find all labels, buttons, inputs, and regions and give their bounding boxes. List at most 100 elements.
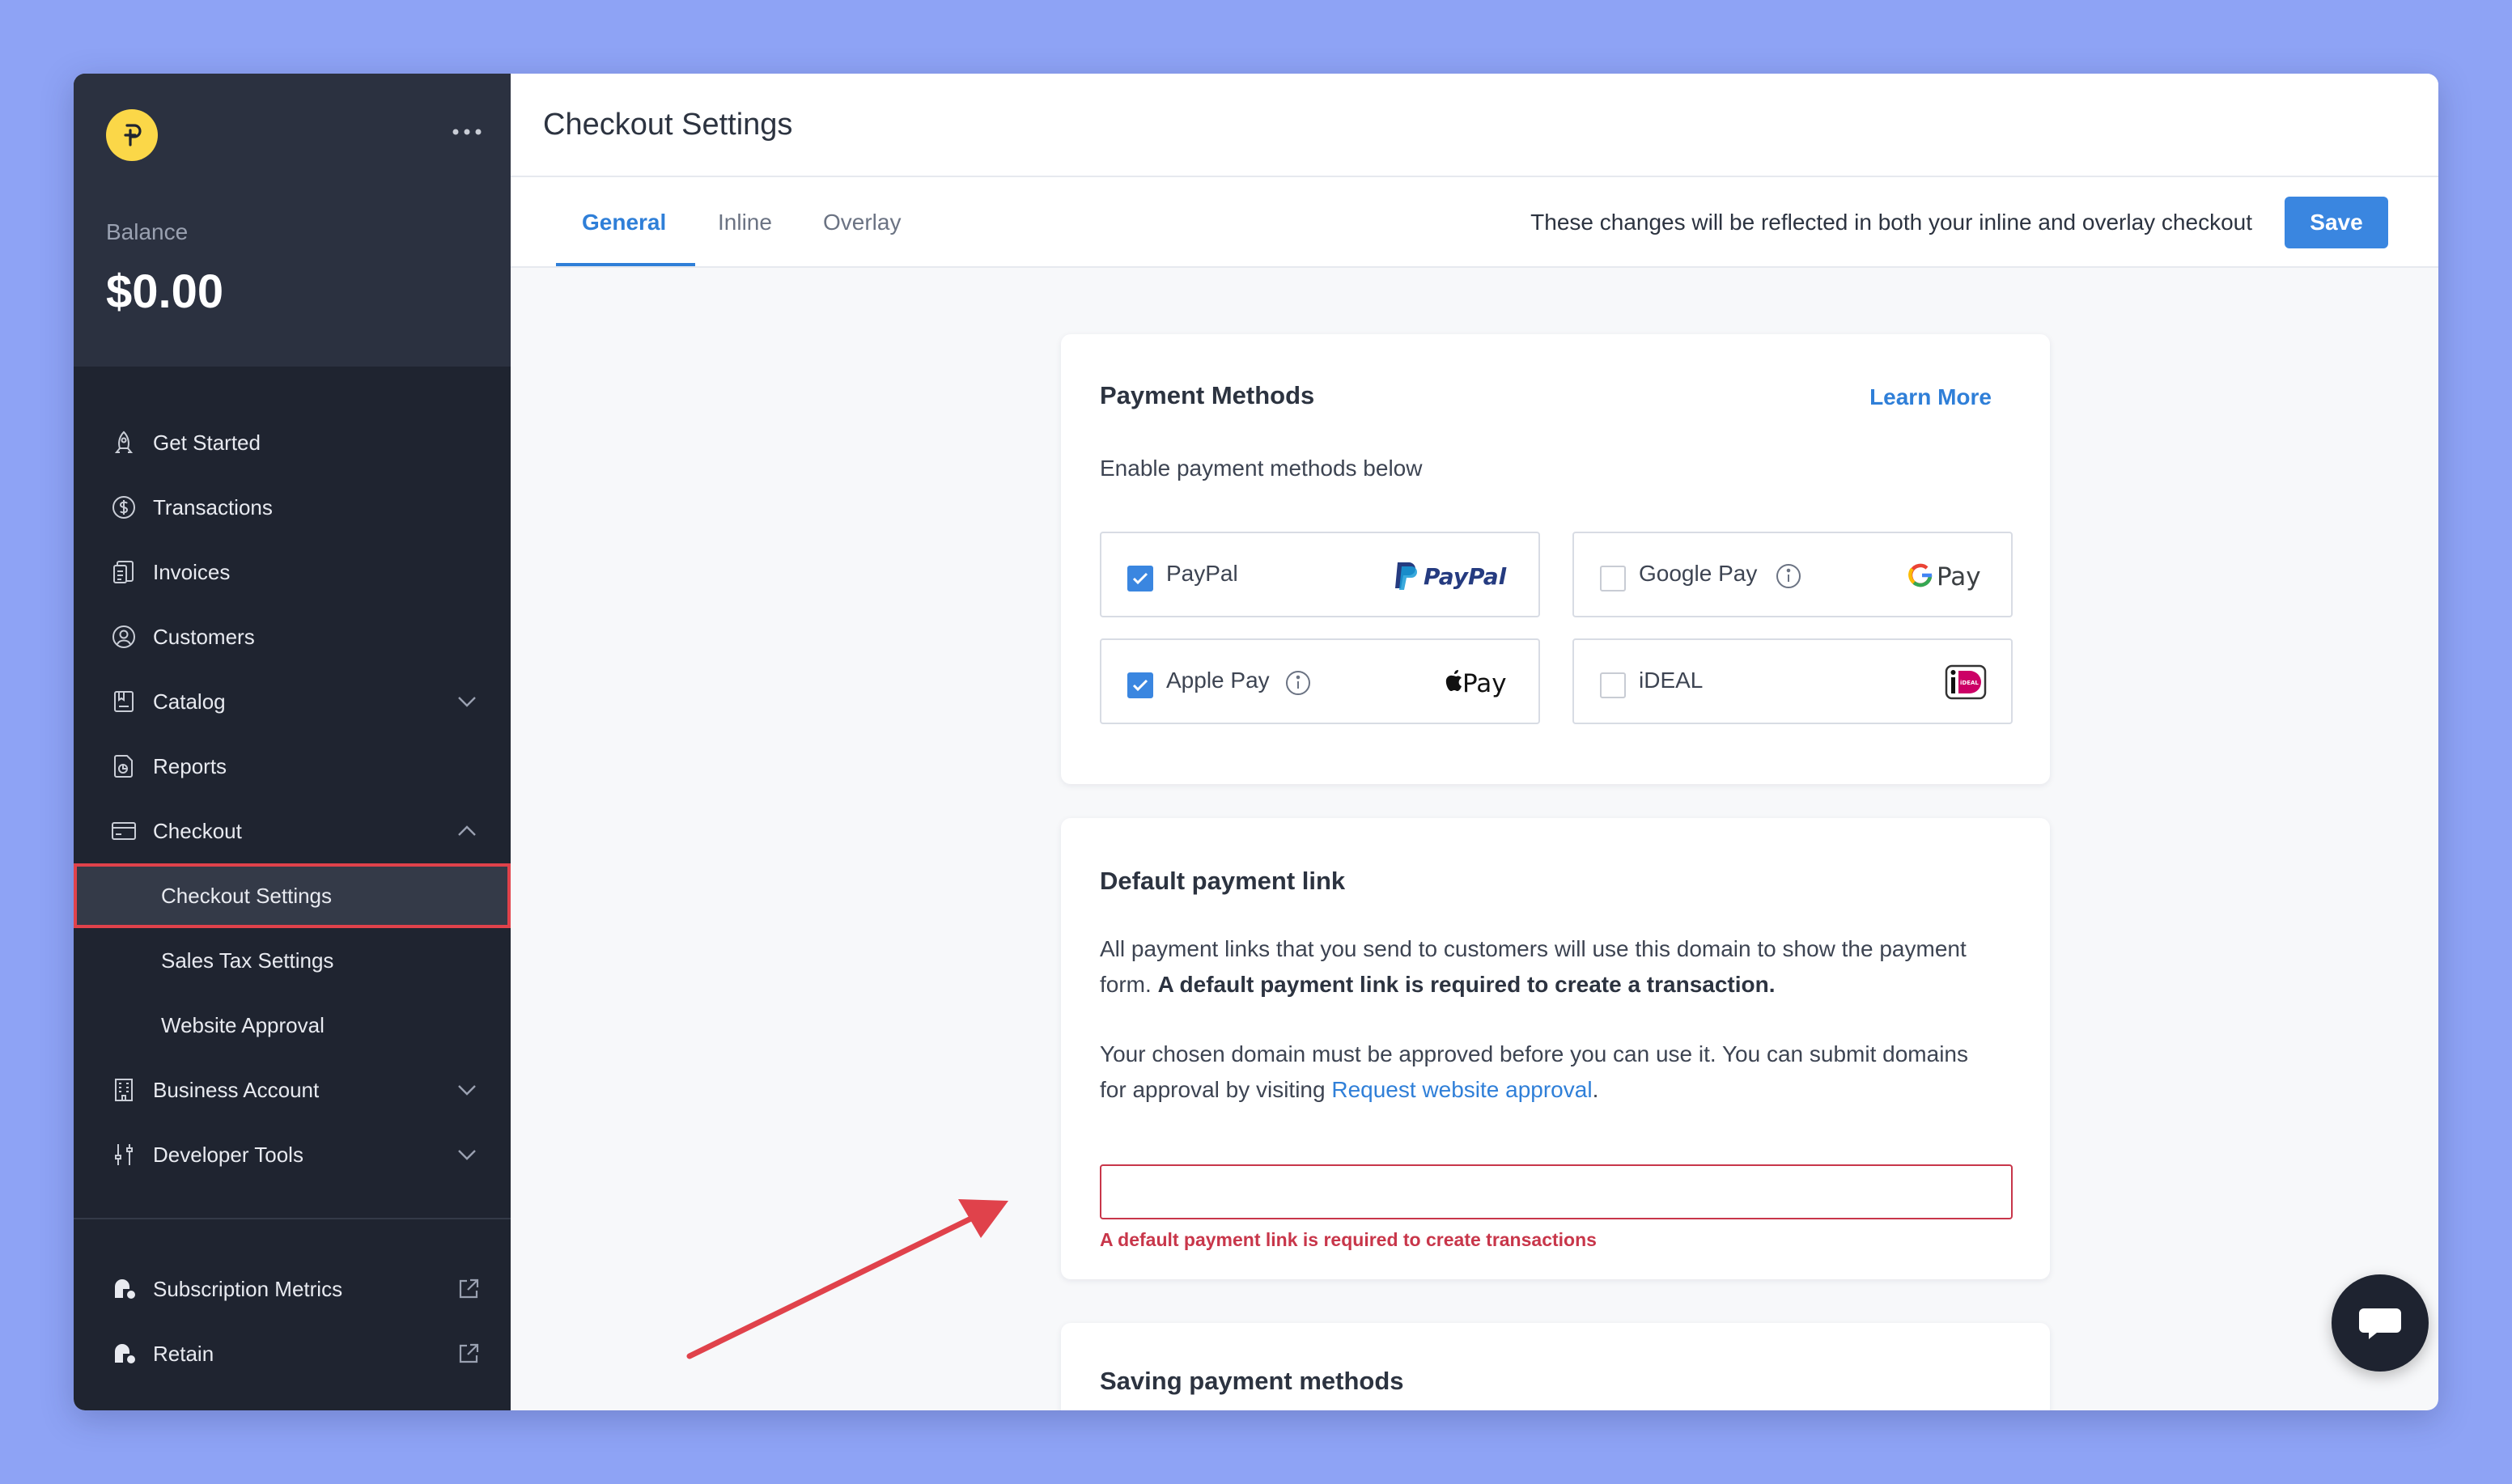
ideal-logo-icon: iDEAL	[1945, 661, 1987, 703]
chevron-up-icon[interactable]	[454, 818, 480, 844]
chevron-down-icon[interactable]	[454, 1077, 480, 1103]
more-options-icon[interactable]	[448, 116, 486, 148]
sidebar-item-checkout-settings[interactable]: Checkout Settings	[74, 863, 511, 928]
default-payment-link-title: Default payment link	[1100, 867, 1346, 895]
chevron-down-icon[interactable]	[454, 1142, 480, 1168]
google-pay-checkbox[interactable]	[1600, 566, 1626, 591]
sidebar-item-invoices[interactable]: Invoices	[74, 540, 511, 604]
tab-bar: General Inline Overlay These changes wil…	[511, 177, 2438, 268]
reports-icon	[109, 752, 138, 781]
tab-general[interactable]: General	[582, 177, 666, 268]
page-header: Checkout Settings	[511, 74, 2438, 177]
building-icon	[109, 1075, 138, 1105]
dollar-circle-icon	[109, 493, 138, 522]
domain-approval-period: .	[1592, 1077, 1599, 1102]
external-link-icon[interactable]	[456, 1276, 482, 1302]
sidebar-item-label: Reports	[153, 753, 227, 778]
changes-note: These changes will be reflected in both …	[1530, 210, 2252, 235]
saving-payment-methods-card: Saving payment methods	[1061, 1323, 2050, 1410]
default-payment-link-card: Default payment link All payment links t…	[1061, 818, 2050, 1279]
sidebar-item-label: Developer Tools	[153, 1142, 303, 1167]
sidebar-external-links: Subscription Metrics Retain	[74, 1257, 511, 1386]
app-window: Balance $0.00 Get Started Transactions I…	[74, 74, 2438, 1410]
profitwell-icon	[109, 1339, 138, 1368]
payment-methods-card: Payment Methods Learn More Enable paymen…	[1061, 334, 2050, 784]
paddle-logo-icon[interactable]	[106, 109, 158, 161]
default-link-description: All payment links that you send to custo…	[1100, 931, 1974, 1003]
payment-method-google-pay[interactable]: Google Pay Pay	[1572, 532, 2013, 617]
sidebar-item-label: Invoices	[153, 559, 231, 584]
payment-method-ideal[interactable]: iDEAL iDEAL	[1572, 638, 2013, 724]
sidebar-item-label: Get Started	[153, 430, 261, 455]
payment-methods-subtitle: Enable payment methods below	[1100, 456, 1423, 481]
sidebar-item-label: Subscription Metrics	[153, 1276, 343, 1301]
request-website-approval-link[interactable]: Request website approval	[1331, 1077, 1592, 1102]
default-link-required-text: A default payment link is required to cr…	[1157, 972, 1776, 997]
apple-pay-label: Apple Pay	[1166, 668, 1270, 693]
sidebar-item-catalog[interactable]: Catalog	[74, 669, 511, 734]
ideal-label: iDEAL	[1639, 668, 1704, 693]
sidebar-nav: Get Started Transactions Invoices Custom…	[74, 410, 511, 1187]
sidebar-item-developer-tools[interactable]: Developer Tools	[74, 1122, 511, 1187]
active-tab-indicator	[556, 263, 695, 266]
sidebar-item-retain[interactable]: Retain	[74, 1321, 511, 1386]
sidebar-item-checkout[interactable]: Checkout	[74, 799, 511, 863]
card-icon	[109, 816, 138, 846]
sliders-icon	[109, 1140, 138, 1169]
info-icon[interactable]	[1775, 562, 1802, 590]
chat-button[interactable]	[2332, 1274, 2429, 1372]
sidebar-item-label: Transactions	[153, 494, 273, 519]
domain-approval-description: Your chosen domain must be approved befo…	[1100, 1037, 1974, 1108]
sidebar-item-business-account[interactable]: Business Account	[74, 1058, 511, 1122]
sidebar-item-customers[interactable]: Customers	[74, 604, 511, 669]
sidebar-item-sales-tax-settings[interactable]: Sales Tax Settings	[74, 928, 511, 993]
info-icon[interactable]	[1284, 669, 1312, 697]
paypal-checkbox[interactable]	[1127, 566, 1153, 591]
external-link-icon[interactable]	[456, 1341, 482, 1367]
default-payment-link-input[interactable]	[1100, 1164, 2013, 1219]
tab-overlay[interactable]: Overlay	[823, 177, 901, 268]
chevron-down-icon[interactable]	[454, 689, 480, 714]
paypal-logo-icon: PayPal	[1393, 554, 1514, 596]
sidebar-item-reports[interactable]: Reports	[74, 734, 511, 799]
paypal-label: PayPal	[1166, 561, 1238, 586]
catalog-icon	[109, 687, 138, 716]
learn-more-link[interactable]: Learn More	[1869, 384, 1992, 410]
balance-value: $0.00	[106, 265, 224, 318]
rocket-icon	[109, 428, 138, 457]
payment-method-apple-pay[interactable]: Apple Pay Pay	[1100, 638, 1540, 724]
chat-bubble-icon	[2359, 1308, 2401, 1339]
ideal-checkbox[interactable]	[1600, 672, 1626, 698]
apple-pay-checkbox[interactable]	[1127, 672, 1153, 698]
sidebar-header: Balance $0.00	[74, 74, 511, 367]
google-pay-logo-icon: Pay	[1907, 554, 1987, 596]
saving-payment-methods-title: Saving payment methods	[1100, 1367, 1404, 1395]
save-button[interactable]: Save	[2285, 197, 2388, 248]
default-link-error-message: A default payment link is required to cr…	[1100, 1229, 1597, 1250]
google-pay-logo-text: Pay	[1937, 562, 1981, 591]
sidebar: Balance $0.00 Get Started Transactions I…	[74, 74, 511, 1410]
sidebar-item-label: Retain	[153, 1341, 214, 1366]
apple-pay-logo-icon: Pay	[1441, 661, 1514, 703]
balance-label: Balance	[106, 219, 189, 244]
sidebar-item-transactions[interactable]: Transactions	[74, 475, 511, 540]
payment-methods-title: Payment Methods	[1100, 381, 1315, 409]
sidebar-divider	[74, 1218, 511, 1219]
google-pay-label: Google Pay	[1639, 561, 1758, 586]
paypal-logo-text: PayPal	[1424, 563, 1507, 590]
sidebar-item-label: Customers	[153, 624, 255, 649]
ideal-logo-text: iDEAL	[1960, 680, 1979, 686]
user-circle-icon	[109, 622, 138, 651]
sidebar-item-website-approval[interactable]: Website Approval	[74, 993, 511, 1058]
sidebar-item-label: Checkout	[153, 818, 242, 843]
sidebar-item-label: Business Account	[153, 1077, 320, 1102]
payment-method-paypal[interactable]: PayPal PayPal	[1100, 532, 1540, 617]
main-content: Checkout Settings General Inline Overlay…	[511, 74, 2438, 1410]
apple-pay-logo-text: Pay	[1462, 669, 1507, 698]
page-title: Checkout Settings	[543, 107, 793, 142]
invoice-icon	[109, 558, 138, 587]
sidebar-item-subscription-metrics[interactable]: Subscription Metrics	[74, 1257, 511, 1321]
tab-inline[interactable]: Inline	[718, 177, 772, 268]
sidebar-item-get-started[interactable]: Get Started	[74, 410, 511, 475]
sidebar-item-label: Catalog	[153, 689, 226, 714]
